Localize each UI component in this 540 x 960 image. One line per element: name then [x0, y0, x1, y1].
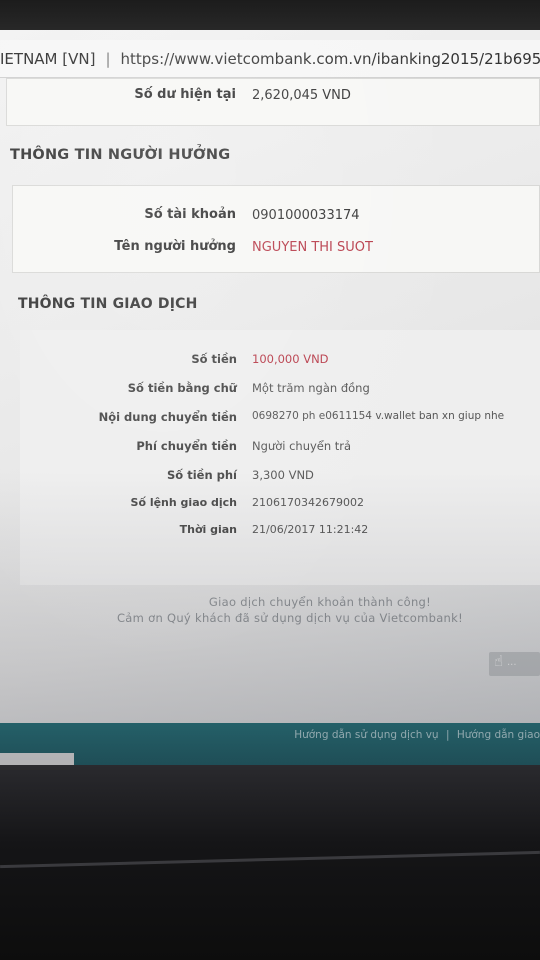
recipient-section-title: THÔNG TIN NGƯỜI HƯỞNG	[10, 147, 231, 163]
footer-link-user-guide[interactable]: Hướng dẫn sử dụng dịch vụ	[294, 729, 438, 741]
transaction-section-title: THÔNG TIN GIAO DỊCH	[18, 296, 198, 312]
amount-label: Số tiền	[191, 352, 237, 366]
footer-separator: |	[445, 729, 450, 741]
recipient-name-value: NGUYEN THI SUOT	[252, 240, 373, 255]
site-identity-badge[interactable]: IETNAM [VN]	[0, 50, 95, 68]
browser-address-bar[interactable]: IETNAM [VN] | https://www.vietcombank.co…	[0, 40, 540, 78]
transaction-panel	[20, 330, 540, 585]
time-label: Thời gian	[179, 523, 237, 536]
transaction-id-value: 2106170342679002	[252, 496, 364, 509]
footer-links: Hướng dẫn sử dụng dịch vụ | Hướng dẫn gi…	[294, 729, 540, 741]
address-separator: |	[105, 49, 111, 68]
success-message: Giao dịch chuyển khoản thành công!	[208, 595, 432, 609]
transfer-fee-label: Phí chuyển tiền	[136, 439, 237, 453]
fee-amount-value: 3,300 VND	[252, 468, 314, 482]
recipient-name-label: Tên người hưởng	[114, 239, 236, 254]
account-number-label: Số tài khoản	[144, 207, 236, 222]
account-number-value: 0901000033174	[252, 208, 360, 223]
fee-amount-label: Số tiền phí	[167, 468, 237, 482]
balance-value: 2,620,045 VND	[252, 88, 351, 103]
time-value: 21/06/2017 11:21:42	[252, 523, 369, 536]
recipient-panel	[12, 185, 540, 273]
footer-link-transaction-guide[interactable]: Hướng dẫn giao	[457, 729, 540, 741]
amount-value: 100,000 VND	[252, 352, 329, 366]
monitor-screen: IETNAM [VN] | https://www.vietcombank.co…	[0, 30, 540, 765]
url-text[interactable]: https://www.vietcombank.com.vn/ibanking2…	[121, 50, 540, 68]
amount-in-words-value: Một trăm ngàn đồng	[252, 381, 370, 395]
transfer-content-value: 0698270 ph e0611154 v.wallet ban xn giup…	[252, 410, 505, 422]
continue-button-label: ...	[507, 657, 517, 668]
page-footer: Hướng dẫn sử dụng dịch vụ | Hướng dẫn gi…	[0, 723, 540, 765]
thank-you-message: Cảm ơn Quý khách đã sử dụng dịch vụ của …	[116, 611, 464, 625]
footer-tab	[0, 753, 74, 765]
transfer-content-label: Nội dung chuyển tiền	[98, 410, 237, 424]
amount-in-words-label: Số tiền bằng chữ	[127, 381, 237, 395]
transaction-id-label: Số lệnh giao dịch	[130, 496, 237, 509]
transfer-fee-value: Người chuyển trả	[252, 439, 352, 453]
balance-label: Số dư hiện tại	[134, 87, 236, 102]
hand-pointer-icon: ☝	[494, 652, 504, 670]
